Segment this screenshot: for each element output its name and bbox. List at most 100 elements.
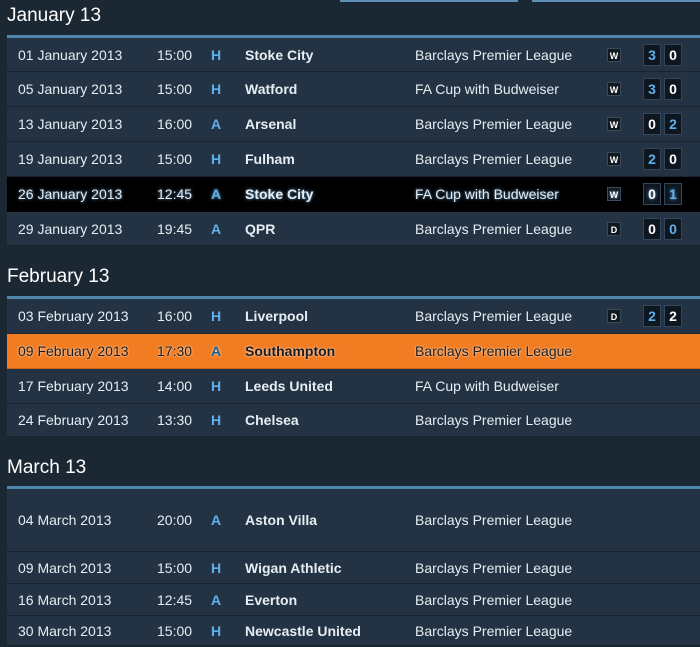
fixture-row[interactable]: 26 January 2013 12:45 A Stoke City FA Cup wi… xyxy=(7,177,700,212)
fixture-date: 13 January 2013 xyxy=(18,116,123,132)
fixture-row[interactable]: 16 March 2013 12:45 A Everton Barclays Premi… xyxy=(7,584,700,616)
fixture-competition: Barclays Premier League xyxy=(415,412,573,428)
fixture-row[interactable]: 24 February 2013 13:30 H Chelsea Barclays Pr… xyxy=(7,404,700,437)
fixture-venue: H xyxy=(211,308,222,324)
fixture-competition: Barclays Premier League xyxy=(415,622,573,639)
fixture-opponent: Stoke City xyxy=(245,186,314,202)
fixture-competition: Barclays Premier League xyxy=(415,591,573,608)
fixture-venue: A xyxy=(211,220,222,237)
fixture-time: 16:00 xyxy=(157,116,193,132)
result-badge: W xyxy=(607,117,621,131)
fixture-opponent: Arsenal xyxy=(245,116,297,132)
fixtures-section-january: 01 January 2013 15:00 H Stoke City Barclays … xyxy=(7,35,700,246)
fixture-time: 12:45 xyxy=(157,186,193,202)
fixture-time: 19:45 xyxy=(157,220,193,237)
fixture-row[interactable]: 05 January 2013 15:00 H Watford FA Cup with … xyxy=(7,72,700,107)
fixture-time: 13:30 xyxy=(157,412,193,428)
fixture-date: 29 January 2013 xyxy=(18,220,123,237)
fixture-time: 15:00 xyxy=(157,81,193,97)
fixture-opponent: QPR xyxy=(245,220,276,237)
fixture-time: 14:00 xyxy=(157,378,193,394)
fixture-date: 09 February 2013 xyxy=(18,343,129,359)
fixture-competition: FA Cup with Budweiser xyxy=(415,186,559,202)
fixture-date: 01 January 2013 xyxy=(18,46,123,63)
top-tab-right[interactable] xyxy=(532,0,700,2)
fixture-opponent: Southampton xyxy=(245,343,336,359)
result-badge: D xyxy=(607,221,621,236)
fixture-venue: H xyxy=(211,81,222,97)
away-score: 2 xyxy=(664,305,682,327)
fixture-time: 15:00 xyxy=(157,559,193,576)
fixture-time: 15:00 xyxy=(157,622,193,639)
result-badge: W xyxy=(607,47,621,62)
home-score: 0 xyxy=(643,217,661,240)
fixture-opponent: Leeds United xyxy=(245,378,333,394)
fixture-time: 15:00 xyxy=(157,46,193,63)
fixture-time: 20:00 xyxy=(157,512,193,528)
fixture-venue: A xyxy=(211,591,222,608)
fixture-row[interactable]: 13 January 2013 16:00 A Arsenal Barclays Pre… xyxy=(7,107,700,142)
fixture-row[interactable]: 30 March 2013 15:00 H Newcastle United Barcl… xyxy=(7,616,700,646)
fixture-competition: FA Cup with Budweiser xyxy=(415,378,559,394)
fixture-date: 17 February 2013 xyxy=(18,378,129,394)
fixture-row[interactable]: 09 February 2013 17:30 A Southampton Barclay… xyxy=(7,334,700,369)
fixture-row[interactable]: 17 February 2013 14:00 H Leeds United FA Cup… xyxy=(7,369,700,404)
fixture-date: 04 March 2013 xyxy=(18,512,112,528)
fixture-opponent: Chelsea xyxy=(245,412,299,428)
fixture-date: 26 January 2013 xyxy=(18,186,123,202)
fixture-competition: Barclays Premier League xyxy=(415,559,573,576)
fixture-row[interactable]: 01 January 2013 15:00 H Stoke City Barclays … xyxy=(7,38,700,72)
fixture-time: 12:45 xyxy=(157,591,193,608)
fixture-competition: Barclays Premier League xyxy=(415,308,573,324)
fixture-row[interactable]: 19 January 2013 15:00 H Fulham Barclays Prem… xyxy=(7,142,700,177)
fixture-venue: H xyxy=(211,151,222,167)
fixture-date: 19 January 2013 xyxy=(18,151,123,167)
fixture-venue: H xyxy=(211,622,222,639)
fixture-date: 09 March 2013 xyxy=(18,559,112,576)
fixture-venue: H xyxy=(211,412,222,428)
top-tab-left[interactable] xyxy=(340,0,518,2)
home-score: 2 xyxy=(643,305,661,327)
fixture-time: 17:30 xyxy=(157,343,193,359)
fixture-competition: Barclays Premier League xyxy=(415,46,573,63)
fixture-date: 03 February 2013 xyxy=(18,308,129,324)
result-badge: D xyxy=(607,309,621,323)
result-badge: W xyxy=(607,187,621,201)
fixture-venue: H xyxy=(211,378,222,394)
fixture-row[interactable]: 03 February 2013 16:00 H Liverpool Barclays … xyxy=(7,299,700,334)
fixture-date: 30 March 2013 xyxy=(18,622,112,639)
top-tab-bar xyxy=(0,0,700,6)
fixture-opponent: Everton xyxy=(245,591,298,608)
home-score: 3 xyxy=(643,43,661,66)
fixture-row[interactable]: 04 March 2013 20:00 A Aston Villa Barclays P… xyxy=(7,489,700,552)
away-score: 2 xyxy=(664,113,682,135)
fixture-opponent: Newcastle United xyxy=(245,622,361,639)
fixture-row[interactable]: 29 January 2013 19:45 A QPR Barclays Premier… xyxy=(7,212,700,246)
fixture-opponent: Aston Villa xyxy=(245,512,318,528)
fixture-competition: Barclays Premier League xyxy=(415,343,573,359)
fixture-date: 05 January 2013 xyxy=(18,81,123,97)
home-score: 3 xyxy=(643,78,661,100)
month-title-january: January 13 xyxy=(7,5,102,26)
fixture-time: 16:00 xyxy=(157,308,193,324)
fixture-opponent: Liverpool xyxy=(245,308,309,324)
fixture-venue: A xyxy=(211,186,222,202)
fixture-date: 16 March 2013 xyxy=(18,591,112,608)
month-title-february: February 13 xyxy=(7,266,110,287)
fixture-opponent: Stoke City xyxy=(245,46,314,63)
fixtures-section-february: 03 February 2013 16:00 H Liverpool Barclays … xyxy=(7,296,700,437)
away-score: 0 xyxy=(664,78,682,100)
away-score: 0 xyxy=(664,43,682,66)
fixture-time: 15:00 xyxy=(157,151,193,167)
fixture-row[interactable]: 09 March 2013 15:00 H Wigan Athletic Barclay… xyxy=(7,552,700,584)
fixture-competition: Barclays Premier League xyxy=(415,116,573,132)
fixture-venue: H xyxy=(211,46,222,63)
fixture-competition: Barclays Premier League xyxy=(415,220,573,237)
home-score: 0 xyxy=(643,183,661,205)
fixture-venue: A xyxy=(211,343,222,359)
fixture-competition: Barclays Premier League xyxy=(415,512,573,528)
away-score: 0 xyxy=(664,217,682,240)
fixture-competition: Barclays Premier League xyxy=(415,151,573,167)
fixture-competition: FA Cup with Budweiser xyxy=(415,81,559,97)
month-title-march: March 13 xyxy=(7,457,87,478)
